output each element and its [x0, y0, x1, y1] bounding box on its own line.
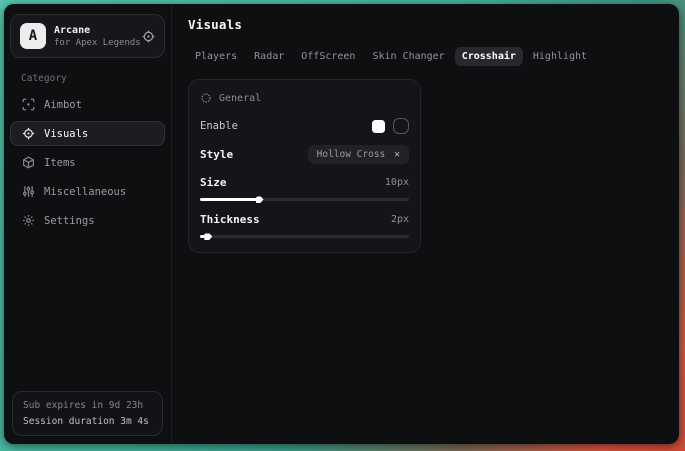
sidebar-item-label: Aimbot — [44, 99, 82, 111]
miscellaneous-icon — [22, 185, 35, 198]
sidebar-item-miscellaneous[interactable]: Miscellaneous — [10, 179, 165, 204]
app-window: A Arcane for Apex Legends Category — [4, 4, 679, 444]
category-label: Category — [21, 73, 171, 84]
sidebar-item-aimbot[interactable]: Aimbot — [10, 92, 165, 117]
tab-radar[interactable]: Radar — [247, 47, 291, 66]
items-icon — [22, 156, 35, 169]
app-subtitle: for Apex Legends — [54, 38, 134, 48]
sidebar-item-label: Visuals — [44, 128, 88, 140]
settings-icon — [22, 214, 35, 227]
size-slider[interactable] — [200, 198, 409, 201]
session-duration-text: Session duration 3m 4s — [23, 416, 152, 427]
style-label: Style — [200, 148, 233, 161]
tab-players[interactable]: Players — [188, 47, 244, 66]
style-value: Hollow Cross — [317, 149, 386, 160]
thickness-slider-thumb[interactable] — [204, 233, 212, 240]
sidebar-item-items[interactable]: Items — [10, 150, 165, 175]
sidebar-item-label: Miscellaneous — [44, 186, 126, 198]
target-icon[interactable] — [142, 30, 155, 43]
size-slider-thumb[interactable] — [256, 196, 264, 203]
tab-crosshair[interactable]: Crosshair — [455, 47, 523, 66]
app-logo: A — [20, 23, 46, 49]
enable-keybind-box[interactable] — [393, 118, 409, 134]
thickness-group: Thickness 2px — [200, 213, 409, 238]
size-slider-fill — [200, 198, 259, 201]
tab-bar: Players Radar OffScreen Skin Changer Cro… — [188, 47, 663, 66]
app-titles: Arcane for Apex Legends — [54, 25, 134, 48]
thickness-label: Thickness — [200, 213, 260, 226]
main-content: Visuals Players Radar OffScreen Skin Cha… — [172, 4, 679, 444]
style-row: Style Hollow Cross ✕ — [200, 145, 409, 164]
enable-label: Enable — [200, 120, 238, 132]
size-value: 10px — [385, 177, 409, 188]
sidebar: A Arcane for Apex Legends Category — [4, 4, 172, 444]
subscription-card: Sub expires in 9d 23h Session duration 3… — [12, 391, 163, 436]
remove-tag-icon[interactable]: ✕ — [394, 150, 400, 160]
thickness-slider[interactable] — [200, 235, 409, 238]
general-crosshair-icon — [200, 92, 212, 104]
aimbot-icon — [22, 98, 35, 111]
tab-skin-changer[interactable]: Skin Changer — [365, 47, 451, 66]
size-label: Size — [200, 176, 227, 189]
tab-offscreen[interactable]: OffScreen — [294, 47, 362, 66]
tab-highlight[interactable]: Highlight — [526, 47, 594, 66]
sidebar-item-settings[interactable]: Settings — [10, 208, 165, 233]
enable-row: Enable — [200, 118, 409, 134]
sidebar-item-label: Settings — [44, 215, 95, 227]
sidebar-nav: Aimbot Visuals Items — [4, 92, 171, 233]
style-value-tag[interactable]: Hollow Cross ✕ — [308, 145, 409, 164]
page-title: Visuals — [188, 17, 663, 32]
sub-expires-text: Sub expires in 9d 23h — [23, 400, 152, 411]
size-group: Size 10px — [200, 176, 409, 201]
general-panel: General Enable Style Hollow Cross ✕ Size — [188, 79, 421, 253]
thickness-value: 2px — [391, 214, 409, 225]
app-name: Arcane — [54, 25, 134, 36]
sidebar-item-label: Items — [44, 157, 76, 169]
visuals-icon — [22, 127, 35, 140]
panel-header: General — [200, 92, 409, 104]
enable-checkbox[interactable] — [372, 120, 385, 133]
enable-controls — [372, 118, 409, 134]
sidebar-item-visuals[interactable]: Visuals — [10, 121, 165, 146]
app-header-card: A Arcane for Apex Legends — [10, 14, 165, 58]
panel-title: General — [219, 93, 261, 104]
